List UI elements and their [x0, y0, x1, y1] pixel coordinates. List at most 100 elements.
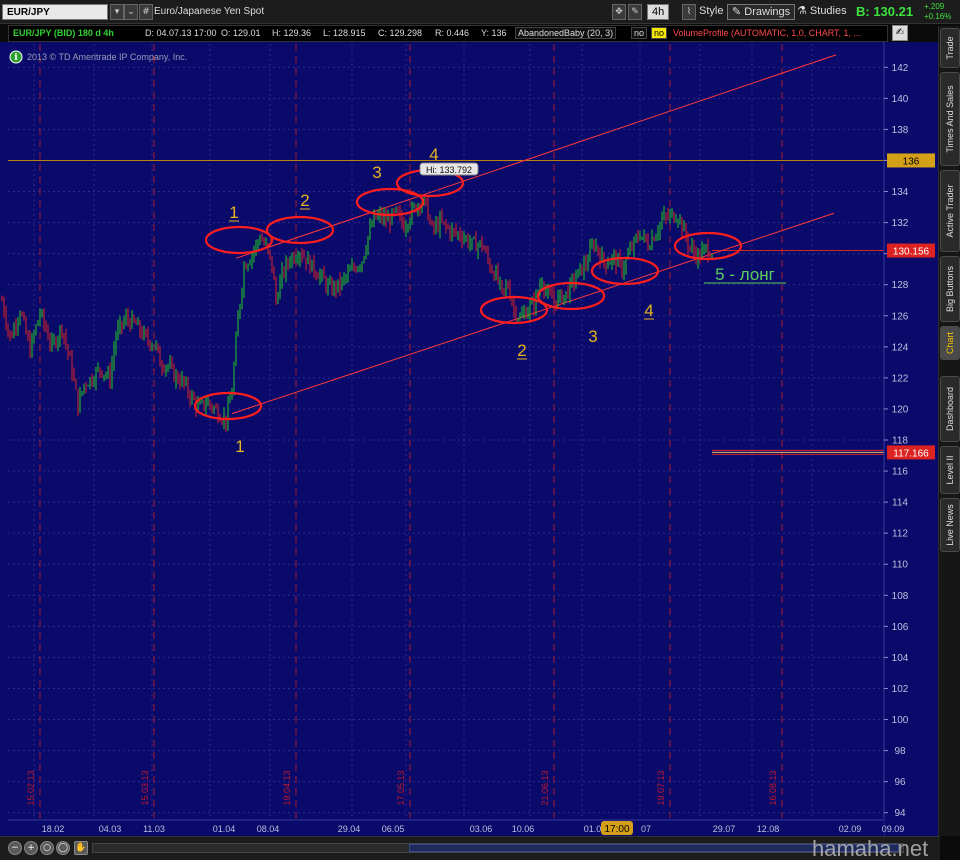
- symbol-description: Euro/Japanese Yen Spot: [154, 6, 265, 17]
- tab-chart[interactable]: Chart: [940, 326, 960, 360]
- drawings-pencil-icon: ✎: [732, 6, 745, 18]
- tab-big-buttons[interactable]: Big Buttons: [940, 256, 960, 322]
- time-scrollbar[interactable]: [92, 843, 904, 853]
- wave-label: 4: [429, 145, 438, 164]
- info-open: O: 129.01: [221, 28, 261, 38]
- wave-label: 5 - лонг: [715, 265, 775, 284]
- date-separator-label: 17.05.13: [396, 770, 406, 805]
- reset-icon[interactable]: ◯: [56, 841, 70, 855]
- wave-label: 2: [300, 191, 309, 210]
- y-tick-label: 106: [892, 622, 909, 633]
- y-tick-label: 138: [892, 125, 909, 136]
- x-tick-label: 12.08: [757, 824, 780, 834]
- info-date: D: 04.07.13 17:00: [145, 28, 217, 38]
- date-separator-label: 15.02.13: [26, 770, 36, 805]
- wave-label: 1: [229, 203, 238, 222]
- hand-icon[interactable]: ✋: [74, 841, 88, 855]
- y-tick-label: 128: [892, 280, 909, 291]
- info-symbol-period[interactable]: EUR/JPY (BID) 180 d 4h: [13, 28, 114, 38]
- y-tick-label: 126: [892, 311, 909, 322]
- tab-label: Level II: [945, 455, 955, 485]
- y-tick-label: 142: [892, 63, 909, 74]
- zoom-in-icon[interactable]: +: [24, 841, 38, 855]
- tab-level-ii[interactable]: Level II: [940, 446, 960, 494]
- x-tick-label: 06.05: [382, 824, 405, 834]
- tab-label: Live News: [945, 504, 955, 546]
- tab-live-news[interactable]: Live News: [940, 498, 960, 552]
- x-tick-label: 02.09: [839, 824, 862, 834]
- price-chart[interactable]: 15.02.13 15.03.13 19.04.13 17.05.13 21.06.13…: [0, 0, 960, 860]
- magnifier-icon[interactable]: ○: [40, 841, 54, 855]
- info-y: Y: 136: [481, 28, 507, 38]
- tab-label: Big Buttons: [945, 265, 955, 313]
- crosshair-time-label: 17:00: [604, 824, 629, 835]
- x-tick-label: 09.09: [882, 824, 905, 834]
- x-tick-label: 29.07: [713, 824, 736, 834]
- wave-label: 2: [517, 341, 526, 360]
- x-tick-label: 03.06: [470, 824, 493, 834]
- y-tick-label: 140: [892, 94, 909, 105]
- tab-trade[interactable]: Trade: [940, 28, 960, 68]
- high-callout-label: Hi: 133.792: [426, 165, 472, 175]
- time-axis[interactable]: [8, 818, 884, 836]
- wave-label: 1: [235, 437, 244, 456]
- drawings-button[interactable]: ✎ Drawings: [727, 4, 796, 20]
- tab-label: Active Trader: [945, 184, 955, 238]
- y-tick-label: 120: [892, 404, 909, 415]
- pencil-icon[interactable]: ✎: [628, 4, 642, 20]
- study-value-1: no: [631, 27, 648, 39]
- bid-price: B: 130.21: [856, 4, 914, 19]
- chevron-down-icon[interactable]: ⌄: [124, 4, 138, 20]
- wave-label: 3: [588, 327, 597, 346]
- info-icon-glyph: i: [14, 53, 18, 63]
- price-tag-label: 136: [903, 156, 920, 167]
- y-tick-label: 124: [892, 342, 909, 353]
- tab-label: Dashboard: [945, 386, 955, 432]
- change-absolute: +.209: [924, 2, 945, 11]
- watermark: hamaha.net: [812, 836, 929, 860]
- top-toolbar: EUR/JPY ▾ ⌄ # Euro/Japanese Yen Spot ✥ ✎…: [0, 0, 960, 24]
- y-tick-label: 110: [892, 560, 908, 571]
- price-tag-label: 117.166: [893, 448, 929, 459]
- change-percent: +0.16%: [924, 12, 952, 21]
- study-value-2: no: [651, 27, 668, 39]
- x-tick-label: 10.06: [512, 824, 535, 834]
- x-tick-label: 08.04: [257, 824, 280, 834]
- y-tick-label: 100: [892, 715, 909, 726]
- symbol-value: EUR/JPY: [7, 7, 50, 18]
- y-tick-label: 114: [892, 498, 908, 509]
- period-button[interactable]: 4h: [647, 4, 670, 20]
- zoom-out-icon[interactable]: −: [8, 841, 22, 855]
- x-tick-label: 18.02: [42, 824, 65, 834]
- y-tick-label: 118: [892, 436, 908, 447]
- x-tick-label: 29.04: [338, 824, 361, 834]
- studies-icon: ⚗: [797, 5, 810, 17]
- symbol-dropdown-icon[interactable]: ▾: [110, 4, 124, 20]
- tab-active-trader[interactable]: Active Trader: [940, 170, 960, 252]
- y-tick-label: 134: [892, 187, 909, 198]
- y-tick-label: 96: [894, 777, 906, 788]
- info-low: L: 128.915: [323, 28, 366, 38]
- wrench-icon[interactable]: ✍: [892, 25, 908, 41]
- tab-times-and-sales[interactable]: Times And Sales: [940, 72, 960, 166]
- symbol-input[interactable]: EUR/JPY: [2, 4, 108, 20]
- volume-profile-label[interactable]: VolumeProfile (AUTOMATIC, 1.0, CHART, 1,…: [673, 28, 861, 38]
- y-tick-label: 104: [892, 653, 909, 664]
- side-tabs: Trade Times And Sales Active Trader Big …: [938, 26, 960, 836]
- price-tag-label: 130.156: [893, 247, 930, 258]
- info-close: C: 129.298: [378, 28, 423, 38]
- y-tick-label: 102: [892, 684, 909, 695]
- tab-label: Chart: [945, 331, 955, 355]
- bottom-bar: − + ○ ◯ ✋: [0, 836, 940, 860]
- tab-dashboard[interactable]: Dashboard: [940, 376, 960, 442]
- x-tick-label: 07: [641, 824, 651, 834]
- crosshair-icon[interactable]: ✥: [612, 4, 626, 20]
- date-separator-label: 21.06.13: [540, 770, 550, 805]
- style-button[interactable]: Style: [699, 4, 723, 20]
- hash-icon[interactable]: #: [139, 4, 153, 20]
- style-icon[interactable]: ⌇: [682, 4, 696, 20]
- tab-label: Times And Sales: [945, 85, 955, 153]
- study-label[interactable]: AbandonedBaby (20, 3): [515, 27, 617, 39]
- studies-button[interactable]: ⚗ Studies: [797, 4, 847, 20]
- drawings-label: Drawings: [744, 6, 791, 18]
